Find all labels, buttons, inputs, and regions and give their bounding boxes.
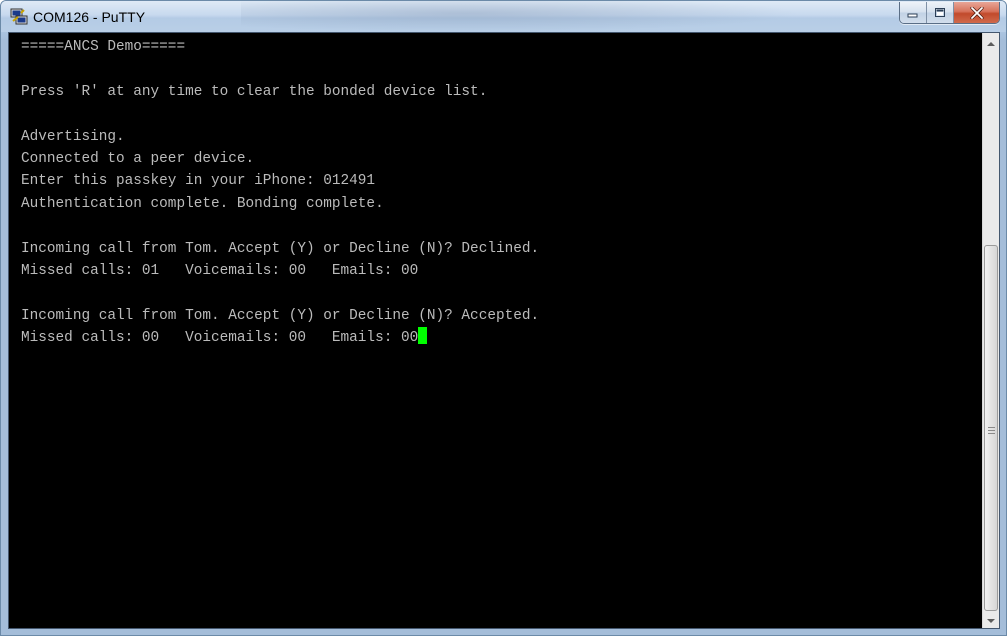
- putty-icon[interactable]: [10, 8, 28, 26]
- maximize-icon: [934, 7, 946, 18]
- terminal-line: Connected to a peer device.: [21, 150, 255, 167]
- grip-icon: [988, 421, 995, 434]
- terminal-line-text: Missed calls: 00 Voicemails: 00 Emails: …: [21, 330, 419, 347]
- window-title: COM126 - PuTTY: [33, 9, 146, 25]
- title-bar[interactable]: COM126 - PuTTY: [1, 1, 1006, 32]
- terminal-line: Incoming call from Tom. Accept (Y) or De…: [21, 307, 540, 324]
- scrollbar-thumb[interactable]: [984, 245, 998, 611]
- terminal-line-current: Missed calls: 00 Voicemails: 00 Emails: …: [21, 327, 539, 349]
- close-button[interactable]: [954, 2, 999, 23]
- minimize-button[interactable]: [900, 2, 927, 23]
- terminal-line: Enter this passkey in your iPhone: 01249…: [21, 173, 376, 190]
- terminal-line: Authentication complete. Bonding complet…: [21, 195, 384, 212]
- terminal-line: =====ANCS Demo=====: [21, 39, 186, 55]
- terminal-line: Advertising.: [21, 128, 125, 145]
- maximize-button[interactable]: [927, 2, 954, 23]
- terminal-output[interactable]: =====ANCS Demo===== Press 'R' at any time…: [9, 33, 983, 628]
- window-controls: [899, 2, 1000, 24]
- vertical-scrollbar[interactable]: [982, 33, 999, 628]
- terminal-line: Missed calls: 01 Voicemails: 00 Emails: …: [21, 262, 419, 279]
- close-icon: [969, 6, 984, 19]
- terminal-frame: =====ANCS Demo===== Press 'R' at any time…: [8, 32, 1000, 629]
- scroll-down-arrow-icon: [987, 611, 995, 629]
- scroll-up-button[interactable]: [983, 33, 999, 50]
- scroll-up-arrow-icon: [987, 33, 995, 51]
- terminal-line: Press 'R' at any time to clear the bonde…: [21, 83, 488, 100]
- scroll-down-button[interactable]: [983, 611, 999, 628]
- minimize-icon: [907, 8, 919, 18]
- terminal-text[interactable]: =====ANCS Demo===== Press 'R' at any time…: [21, 36, 539, 349]
- terminal-line: Incoming call from Tom. Accept (Y) or De…: [21, 240, 540, 257]
- terminal-cursor: [418, 327, 428, 345]
- putty-window: COM126 - PuTTY =====ANCS Demo===== Press …: [0, 0, 1007, 636]
